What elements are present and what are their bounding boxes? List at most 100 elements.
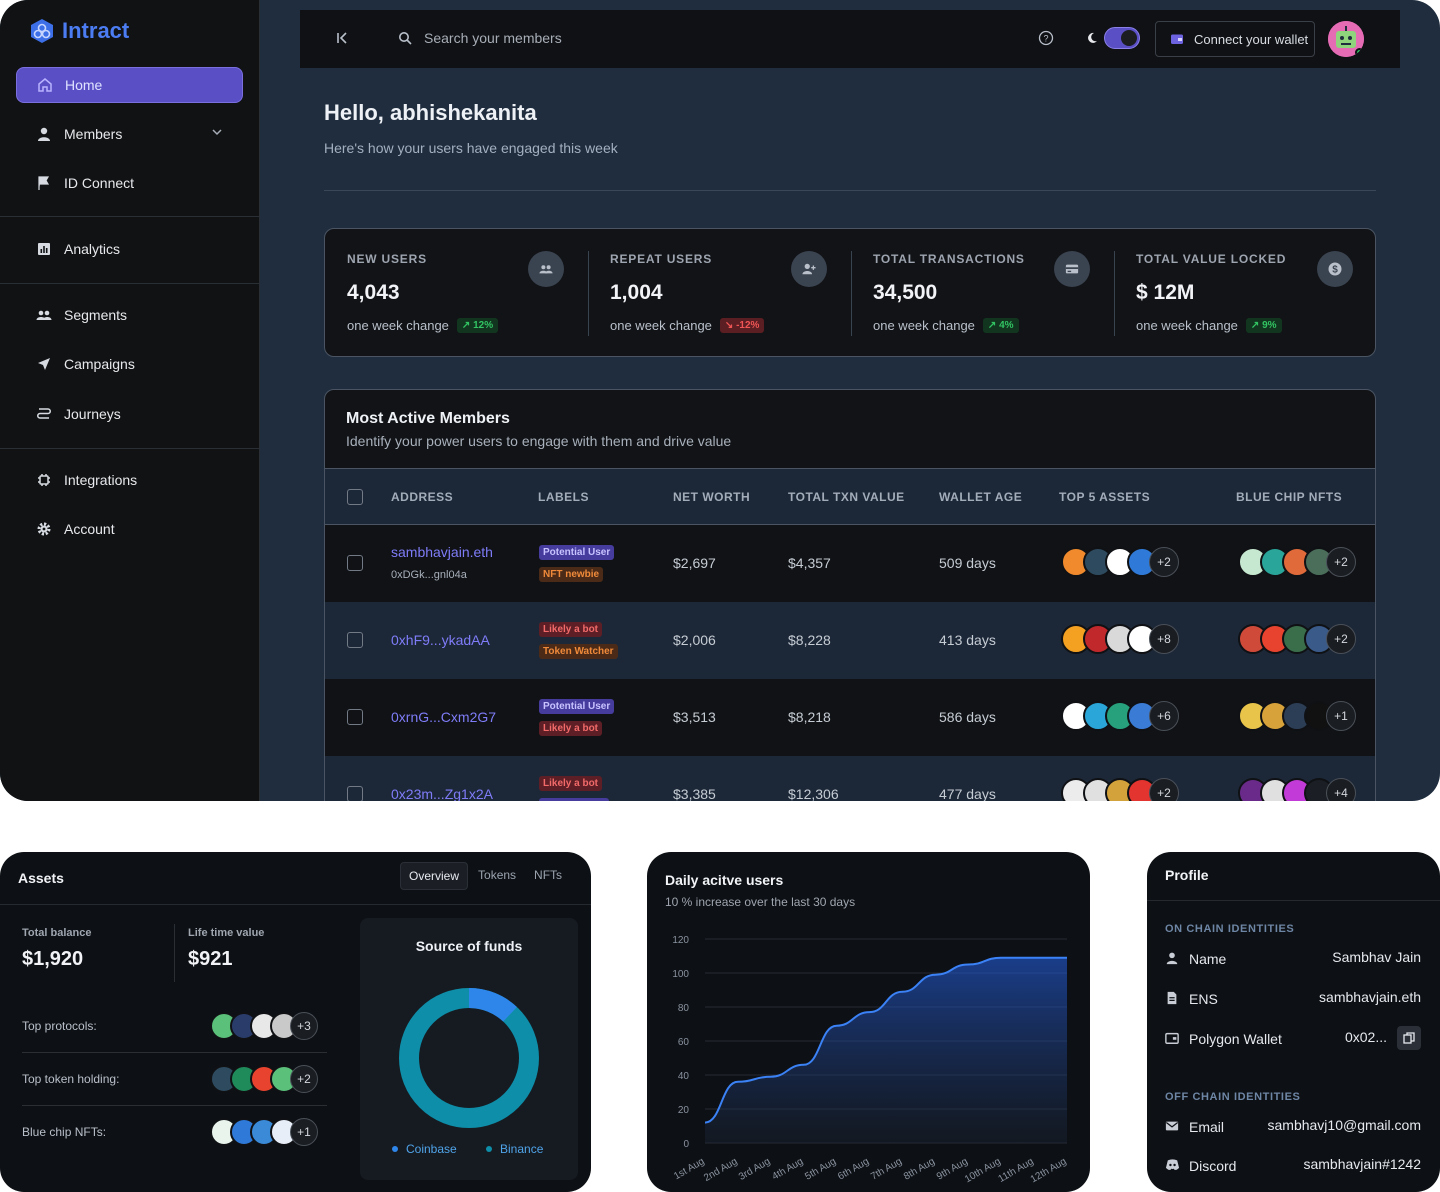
legend-label: Binance [500,1142,544,1156]
theme-toggle[interactable] [1086,27,1140,49]
sidebar-item-home[interactable]: Home [16,67,243,103]
column-header[interactable]: TOTAL TXN VALUE [788,490,905,504]
stat-change-label: one week change [1136,318,1238,333]
x-tick-label: 2nd Aug [702,1156,739,1184]
total-balance-label: Total balance [22,927,92,939]
more-protocols-count[interactable]: +3 [290,1012,318,1040]
connect-wallet-button[interactable]: Connect your wallet [1155,21,1315,57]
tab-overview[interactable]: Overview [400,862,469,890]
dark-mode-switch[interactable] [1104,27,1140,49]
top-assets-stack[interactable]: +2 [1061,778,1179,801]
wallet-icon [1165,1032,1179,1044]
tab-nfts[interactable]: NFTs [526,862,570,890]
blue-chip-nfts-stack[interactable]: +2 [1238,547,1356,577]
column-header[interactable]: BLUE CHIP NFTS [1236,490,1342,504]
top-assets-stack[interactable]: +8 [1061,624,1179,654]
sidebar-item-segments[interactable]: Segments [16,297,243,333]
profile-row-email: Email sambhavj10@gmail.com [1165,1116,1421,1138]
stat-change-value: 9% [1262,320,1277,331]
member-address-link[interactable]: 0xrnG...Cxm2G7 [391,709,496,725]
top-assets-stack[interactable]: +6 [1061,701,1179,731]
member-address-link[interactable]: 0x23m...Zg1x2A [391,786,493,801]
trend-up-badge: ↗ 9% [1245,318,1282,333]
stat-change: one week change ↗ 4% [873,318,1019,333]
sidebar-item-label: Account [64,521,115,537]
chip-icon [38,474,50,486]
column-header[interactable]: TOP 5 ASSETS [1059,490,1150,504]
chevron-down-icon[interactable] [211,126,223,138]
sidebar-divider [0,448,260,449]
top-assets-stack[interactable]: +2 [1061,547,1179,577]
row-checkbox[interactable] [347,786,363,801]
sidebar-item-label: Integrations [64,472,138,488]
sidebar-item-members[interactable]: Members [16,116,243,152]
column-header[interactable]: NET WORTH [673,490,750,504]
more-assets-count[interactable]: +6 [1149,701,1179,731]
mail-icon [1165,1121,1179,1131]
table-row[interactable]: 0xrnG...Cxm2G7 Potential User Likely a b… [325,679,1375,756]
person-icon [38,127,50,141]
column-header[interactable]: ADDRESS [391,490,453,504]
x-tick-label: 7th Aug [869,1156,904,1182]
member-wallet-address: 0xDGk...gnl04a [391,569,467,581]
row-checkbox[interactable] [347,709,363,725]
more-nfts-count[interactable]: +4 [1326,778,1356,801]
profile-key: Email [1189,1119,1225,1135]
more-assets-count[interactable]: +2 [1149,778,1179,801]
more-nfts-count[interactable]: +2 [1326,624,1356,654]
table-row[interactable]: 0x23m...Zg1x2A Likely a bot $3,385 $12,3… [325,756,1375,801]
app-logo[interactable]: Intract [30,18,129,44]
profile-card: Profile ON CHAIN IDENTITIES Name Sambhav… [1147,852,1440,1192]
blue-chip-nfts-stack[interactable]: +4 [1238,778,1356,801]
moon-icon [1088,32,1097,43]
blue-chip-nfts-stack[interactable]: +2 [1238,624,1356,654]
divider [174,924,175,982]
legend-item-coinbase: Coinbase [392,1142,457,1156]
assets-card: Assets Overview Tokens NFTs Total balanc… [0,852,591,1192]
more-nfts-count[interactable]: +1 [1326,701,1356,731]
tokens-stack[interactable]: +2 [210,1065,318,1093]
label-badge: Likely a bot [539,622,603,637]
daily-active-users-card: Daily acitve users 10 % increase over th… [647,852,1090,1192]
stat-change: one week change ↗ 12% [347,318,499,333]
blue-chip-nfts-stack[interactable]: +1 [1238,701,1356,731]
more-assets-count[interactable]: +8 [1149,624,1179,654]
protocols-stack[interactable]: +3 [210,1012,318,1040]
more-nfts-count[interactable]: +1 [290,1118,318,1146]
column-header[interactable]: LABELS [538,490,589,504]
document-icon [1167,991,1177,1005]
copy-button[interactable] [1397,1026,1421,1050]
wallet-age-cell: 509 days [939,555,996,571]
select-all-checkbox[interactable] [347,489,363,505]
sidebar-item-integrations[interactable]: Integrations [16,462,243,498]
search-input[interactable]: Search your members [424,30,562,46]
collapse-sidebar-icon[interactable] [334,30,350,46]
member-address-link[interactable]: 0xhF9...ykadAA [391,632,490,648]
nfts-stack[interactable]: +1 [210,1118,318,1146]
row-checkbox[interactable] [347,555,363,571]
row-checkbox[interactable] [347,632,363,648]
divider [324,190,1376,191]
search-bar[interactable]: Search your members [398,30,562,46]
sidebar-item-analytics[interactable]: Analytics [16,231,243,267]
stat-change-label: one week change [873,318,975,333]
column-header[interactable]: WALLET AGE [939,490,1022,504]
table-row[interactable]: 0xhF9...ykadAA Likely a bot Token Watche… [325,602,1375,679]
more-nfts-count[interactable]: +2 [1326,547,1356,577]
txn-value-cell: $4,357 [788,555,831,571]
avatar[interactable] [1328,21,1364,57]
member-address-link[interactable]: sambhavjain.eth [391,544,493,560]
profile-row-polygon-wallet: Polygon Wallet 0x02... [1165,1026,1421,1050]
sidebar-item-id-connect[interactable]: ID Connect [16,165,243,201]
legend-dot [392,1146,398,1152]
more-assets-count[interactable]: +2 [1149,547,1179,577]
sidebar-item-campaigns[interactable]: Campaigns [16,346,243,382]
sidebar-item-journeys[interactable]: Journeys [16,396,243,432]
daily-active-users-chart: 0 20 40 60 80 100 120 1st Aug2nd Aug3rd Aug4th … [672,935,1068,1184]
table-row[interactable]: sambhavjain.eth 0xDGk...gnl04a Potential… [325,525,1375,602]
tab-tokens[interactable]: Tokens [470,862,524,890]
more-tokens-count[interactable]: +2 [290,1065,318,1093]
help-icon[interactable]: ? [1038,30,1054,46]
sidebar-item-account[interactable]: Account [16,511,243,547]
stat-label: NEW USERS [347,252,427,266]
